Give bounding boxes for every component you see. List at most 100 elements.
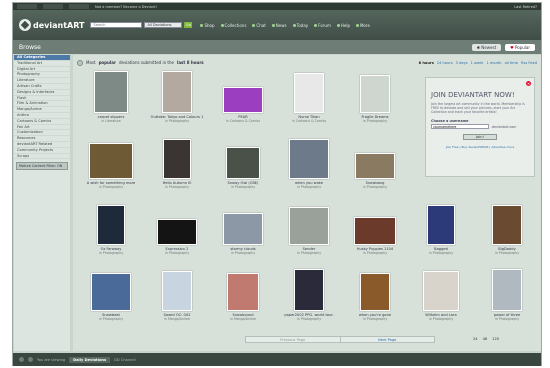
thumbnail-category[interactable]: in Photography — [343, 251, 407, 255]
time-filter-link[interactable]: 3 days — [456, 61, 468, 65]
nav-help[interactable]: Help — [336, 23, 350, 28]
thumbnail-item[interactable]: Fragile Dreams in Photography — [343, 75, 407, 123]
search-input[interactable] — [90, 22, 143, 28]
mature-filter-toggle[interactable]: Mature Content Filter: ON — [16, 162, 68, 171]
sort-newest-button[interactable]: ✱ Newest — [471, 43, 502, 51]
thumbnail-category[interactable]: in Photography — [79, 251, 143, 255]
thumbnail-image[interactable] — [162, 71, 192, 113]
top-tab[interactable] — [43, 4, 63, 9]
thumbnail-item[interactable]: Nurse Tikan in Cartoons & Comics — [277, 73, 341, 123]
channel-icon[interactable] — [28, 357, 33, 362]
thumbnail-category[interactable]: in Cartoons & Comics — [211, 119, 275, 123]
per-page-48[interactable]: 48 — [483, 337, 488, 341]
per-page-24[interactable]: 24 — [473, 337, 478, 341]
thumbnail-category[interactable]: in Photography — [343, 119, 407, 123]
time-filter-link[interactable]: 1 week — [471, 61, 484, 65]
thumbnail-image[interactable] — [227, 273, 259, 311]
thumbnail-image[interactable] — [294, 73, 324, 113]
time-filter-link[interactable]: 8 hours — [419, 61, 434, 65]
time-filter-link[interactable]: all time — [505, 61, 518, 65]
thumbnail-item[interactable]: PEAR in Cartoons & Comics — [211, 87, 275, 123]
nav-news[interactable]: News — [271, 23, 287, 28]
thumbnail-category[interactable]: in Photography — [277, 317, 341, 321]
thumbnail-item[interactable]: Snowbang in Photography — [343, 153, 407, 189]
sort-popular-button[interactable]: ♥ Popular — [505, 43, 535, 51]
thumbnail-item[interactable]: Oz Faraway in Photography — [79, 205, 143, 255]
join-links[interactable]: Join Free | Buy deviantWEAR | Advertise … — [431, 145, 529, 149]
thumbnail-item[interactable]: Hello Autumn III in Photography — [145, 139, 209, 189]
thumbnail-category[interactable]: in Photography — [409, 251, 473, 255]
member-promo-link[interactable]: Not a member? Become a Deviant! — [95, 5, 157, 9]
thumbnail-item[interactable]: Bagged in Photography — [409, 205, 473, 255]
thumbnail-item[interactable]: Sword OC: 002 in Manga/Anime — [145, 271, 209, 321]
thumbnail-item[interactable]: Husky Puppies 1104 in Photography — [343, 217, 407, 255]
per-page-120[interactable]: 120 — [492, 337, 499, 341]
thumbnail-image[interactable] — [163, 139, 191, 179]
time-filter-link[interactable]: 24 hours — [437, 61, 453, 65]
thumbnail-category[interactable]: in Manga/Anime — [145, 317, 209, 321]
thumbnail-category[interactable]: in Photography — [145, 119, 209, 123]
nav-forum[interactable]: Forum — [314, 23, 331, 28]
thumbnail-category[interactable]: in Photography — [211, 251, 275, 255]
thumbnail-category[interactable]: in Photography — [79, 185, 143, 189]
sidebar-category[interactable]: Scraps — [14, 154, 70, 160]
nav-today[interactable]: Today — [292, 23, 308, 28]
thumbnail-image[interactable] — [427, 205, 455, 245]
search-scope-select[interactable]: All Deviations — [144, 22, 183, 28]
nav-more[interactable]: More — [355, 23, 370, 28]
thumbnail-category[interactable]: in Cartoons & Comics — [277, 119, 341, 123]
top-tab[interactable] — [69, 4, 89, 9]
thumbnail-item[interactable]: when you wake in Photography — [277, 139, 341, 189]
thumbnail-category[interactable]: in Photography — [409, 317, 473, 321]
nav-collections[interactable]: Collections — [220, 23, 246, 28]
login-link[interactable]: Last Retired? — [514, 5, 537, 9]
thumbnail-item[interactable]: when you're gone in Photography — [343, 273, 407, 321]
thumbnail-item[interactable]: Snowy Owl (CBE) in Photography — [211, 147, 275, 189]
join-button[interactable]: Join! — [463, 134, 497, 140]
thumbnail-category[interactable]: in Photography — [277, 185, 341, 189]
thumbnail-image[interactable] — [423, 271, 459, 311]
thumbnail-image[interactable] — [162, 271, 192, 311]
site-logo[interactable]: deviantART — [19, 19, 84, 31]
thumbnail-image[interactable] — [360, 273, 390, 311]
thumbnail-image[interactable] — [492, 269, 522, 311]
thumbnail-image[interactable] — [294, 269, 324, 311]
next-page-button[interactable]: Next Page — [341, 337, 435, 342]
thumbnail-category[interactable]: in Photography — [475, 317, 539, 321]
close-icon[interactable]: × — [526, 81, 531, 86]
thumbnail-category[interactable]: in Photography — [79, 317, 143, 321]
thumbnail-image[interactable] — [223, 87, 263, 113]
thumbnail-image[interactable] — [94, 71, 128, 113]
thumbnail-category[interactable]: in Photography — [145, 251, 209, 255]
thumbnail-category[interactable]: in Photography — [277, 251, 341, 255]
thumbnail-category[interactable]: in Photography — [343, 185, 407, 189]
channel-link[interactable]: DD Channel — [114, 358, 135, 362]
thumbnail-item[interactable]: Snowbeat in Photography — [79, 273, 143, 321]
thumbnail-image[interactable] — [91, 273, 131, 311]
thumbnail-category[interactable]: in Photography — [475, 251, 539, 255]
thumbnail-category[interactable]: in Photography — [343, 317, 407, 321]
thumbnail-category[interactable]: in Photography — [145, 185, 209, 189]
thumbnail-image[interactable] — [360, 75, 390, 113]
thumbnail-item[interactable]: Wilhelm and Lara in Photography — [409, 271, 473, 321]
search-go-button[interactable]: Go — [184, 22, 193, 28]
thumbnail-image[interactable] — [355, 153, 395, 179]
thumbnail-item[interactable]: paper2002 PPG. world tour. in Photography — [277, 269, 341, 321]
nav-shop[interactable]: Shop — [200, 23, 215, 28]
thumbnail-category[interactable]: in Manga/Anime — [211, 317, 275, 321]
username-input[interactable] — [431, 124, 489, 129]
thumbnail-image[interactable] — [157, 219, 197, 245]
thumbnail-item[interactable]: Sender in Photography — [277, 207, 341, 255]
thumbnail-image[interactable] — [97, 205, 125, 245]
thumbnail-image[interactable] — [223, 213, 263, 245]
settings-icon[interactable] — [19, 357, 24, 362]
thumbnail-item[interactable]: Outtake: Tokyo and Colours 1 in Photograp… — [145, 71, 209, 123]
thumbnail-item[interactable]: carpet slippers in Literature — [79, 71, 143, 123]
thumbnail-category[interactable]: in Literature — [79, 119, 143, 123]
thumbnail-item[interactable]: stormy clouds in Photography — [211, 213, 275, 255]
thumbnail-image[interactable] — [354, 217, 396, 245]
thumbnail-category[interactable]: in Photography — [211, 185, 275, 189]
time-filter-link[interactable]: Rss Feed — [521, 61, 537, 65]
time-filter-link[interactable]: 1 month — [486, 61, 501, 65]
top-tab[interactable] — [17, 4, 37, 9]
